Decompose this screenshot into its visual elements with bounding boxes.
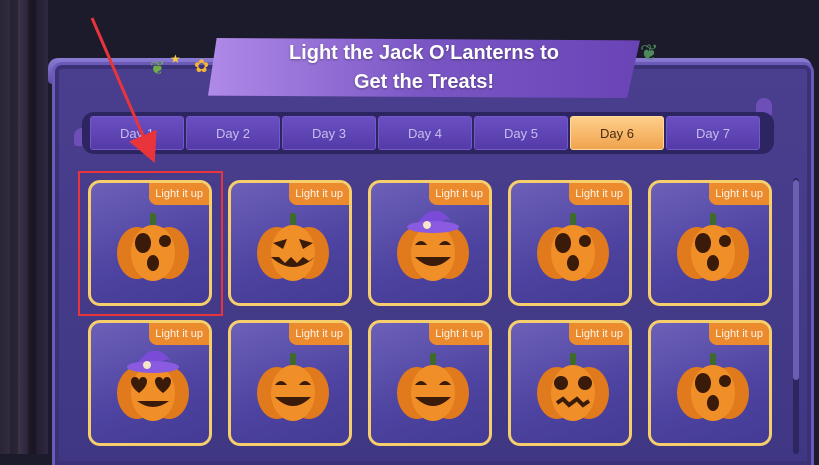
pointer-arrow	[90, 17, 157, 164]
